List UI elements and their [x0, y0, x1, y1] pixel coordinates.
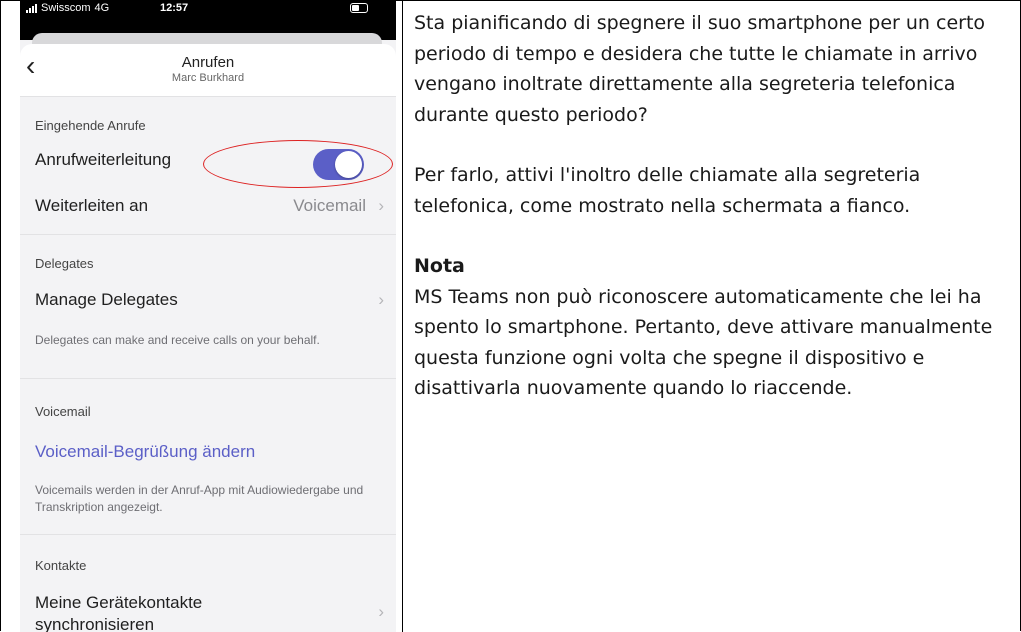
forward-to-row[interactable]: Weiterleiten an Voicemail ›	[20, 188, 396, 224]
status-carrier-group: Swisscom 4G	[26, 2, 109, 14]
section-title-incoming: Eingehende Anrufe	[35, 118, 146, 133]
instruction-paragraph-1: Sta pianificando di spegnere il suo smar…	[414, 12, 986, 126]
column-divider	[402, 0, 403, 632]
instruction-paragraph-2: Per farlo, attivi l'inoltro delle chiama…	[414, 164, 921, 217]
carrier-name: Swisscom	[41, 2, 91, 14]
battery-icon	[350, 3, 368, 13]
chevron-right-icon: ›	[378, 290, 384, 309]
page-title: Anrufen	[181, 54, 235, 71]
sync-contacts-label: Meine Gerätekontakte synchronisieren	[35, 592, 202, 632]
note-heading: Nota	[414, 255, 465, 277]
divider	[20, 534, 396, 535]
delegates-description: Delegates can make and receive calls on …	[35, 333, 320, 347]
network-type: 4G	[94, 2, 110, 14]
voicemail-description: Voicemails werden in der Anruf-App mit A…	[35, 483, 364, 514]
instruction-text: Sta pianificando di spegnere il suo smar…	[414, 8, 1014, 404]
call-forwarding-label: Anrufweiterleitung	[35, 150, 172, 169]
signal-icon	[26, 3, 37, 13]
forward-to-label: Weiterleiten an	[35, 196, 149, 215]
status-time: 12:57	[160, 2, 189, 14]
sync-contacts-label-line1: Meine Gerätekontakte	[35, 593, 203, 612]
manage-delegates-row[interactable]: Manage Delegates ›	[20, 282, 396, 318]
forward-to-value: Voicemail	[293, 196, 366, 215]
voicemail-greeting-link[interactable]: Voicemail-Begrüßung ändern	[35, 442, 255, 462]
section-title-delegates: Delegates	[35, 256, 94, 271]
divider	[20, 378, 396, 379]
section-title-contacts: Kontakte	[35, 558, 87, 573]
note-text: MS Teams non può riconoscere automaticam…	[414, 285, 993, 400]
sync-contacts-row[interactable]: Meine Gerätekontakte synchronisieren ›	[20, 592, 396, 632]
page-subtitle: Marc Burkhard	[171, 72, 245, 84]
chevron-right-icon: ›	[378, 196, 384, 215]
highlight-ellipse	[203, 140, 393, 188]
chevron-right-icon: ›	[378, 602, 384, 621]
divider	[20, 234, 396, 235]
sync-contacts-label-line2: synchronisieren	[35, 615, 155, 632]
nav-header: ‹ Anrufen Marc Burkhard	[20, 44, 396, 97]
section-title-voicemail: Voicemail	[35, 404, 91, 419]
manage-delegates-label: Manage Delegates	[35, 290, 178, 309]
phone-screenshot: Swisscom 4G 12:57 ‹ Anrufen Marc Burkhar…	[20, 0, 396, 632]
